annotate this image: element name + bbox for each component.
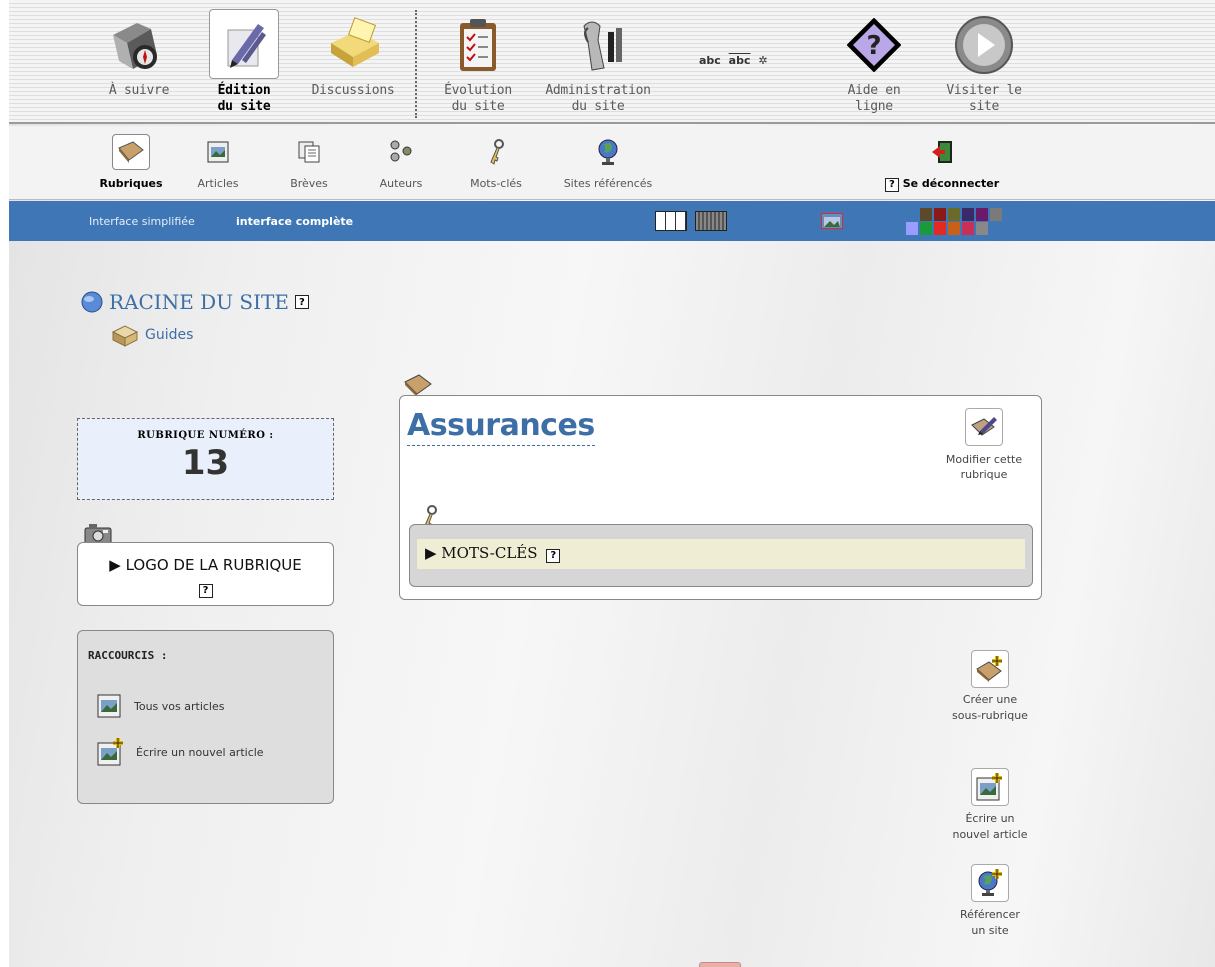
subnav-articles[interactable]: Articles	[181, 126, 255, 200]
keywords-box: ▶ MOTS-CLÉS ?	[409, 524, 1033, 587]
rubrique-number: 13	[181, 443, 230, 483]
color-swatch[interactable]	[962, 222, 974, 235]
nav-label: Administration du site	[545, 83, 651, 114]
all-articles-link[interactable]: Tous vos articles	[96, 693, 224, 719]
help-icon: ?	[839, 10, 909, 80]
new-article-link[interactable]: Écrire un nouvel article	[96, 737, 264, 767]
new-section-icon	[971, 650, 1009, 688]
article-icon	[97, 694, 121, 718]
nav-a-suivre[interactable]: À suivre	[89, 0, 189, 124]
wrench-icon	[563, 10, 633, 80]
section-navigation: Rubriques Articles Brèves Auteurs Mots-c…	[9, 126, 1215, 200]
complete-interface-link[interactable]: interface complète	[236, 215, 353, 228]
nav-edition-site[interactable]: Édition du site	[204, 0, 284, 124]
article-icon	[199, 134, 237, 170]
play-icon	[949, 10, 1019, 80]
breve-icon	[290, 134, 328, 170]
nav-discussions[interactable]: Discussions	[299, 0, 407, 124]
create-subrubrique-button[interactable]: Créer une sous-rubrique	[935, 650, 1045, 724]
help-icon[interactable]: ?	[884, 177, 899, 192]
subnav-mots-cles[interactable]: Mots-clés	[455, 126, 537, 200]
guides-label: Guides	[145, 327, 194, 343]
reference-site-button[interactable]: Référencer un site	[935, 864, 1045, 939]
color-swatch[interactable]	[934, 208, 946, 221]
discussion-icon	[318, 10, 388, 80]
new-article-icon	[97, 738, 123, 766]
simple-interface-link[interactable]: Interface simplifiée	[89, 215, 195, 228]
wide-layout-icon[interactable]	[695, 211, 727, 231]
help-icon[interactable]: ?	[198, 583, 213, 598]
nav-separator	[415, 10, 417, 118]
nav-visiter-site[interactable]: Visiter le site	[934, 0, 1034, 124]
logout-link[interactable]: ? Se déconnecter	[867, 126, 1017, 200]
globe-icon	[81, 291, 103, 313]
nav-label: Aide en ligne	[847, 83, 901, 114]
image-toggle-icon[interactable]	[821, 213, 843, 229]
shortcuts-title: RACCOURCIS :	[88, 649, 168, 662]
nav-label: Visiter le site	[946, 83, 1022, 114]
new-article-icon	[971, 768, 1009, 806]
rubrique-title: Assurances	[407, 408, 595, 446]
section-icon	[111, 325, 139, 347]
authors-icon	[382, 134, 420, 170]
color-swatch[interactable]	[920, 222, 932, 235]
new-site-icon	[971, 864, 1009, 902]
key-icon	[477, 134, 515, 170]
nav-evolution-site[interactable]: Évolution du site	[433, 0, 523, 124]
scroll-indicator	[699, 962, 741, 967]
section-icon	[112, 134, 150, 170]
nav-label: Évolution du site	[444, 83, 512, 114]
rubrique-panel: Assurances Modifier cette rubrique ▶ MOT…	[399, 395, 1042, 600]
color-palette	[906, 208, 1002, 236]
page: À suivre Édition du site Discussions Évo…	[9, 0, 1215, 967]
shortcuts-box: RACCOURCIS : Tous vos articles Écrire un…	[77, 630, 334, 804]
subnav-auteurs[interactable]: Auteurs	[363, 126, 439, 200]
logout-label: Se déconnecter	[902, 177, 1000, 190]
logo-rubrique-box: ▶ LOGO DE LA RUBRIQUE ?	[77, 542, 334, 606]
rubrique-number-title: RUBRIQUE NUMÉRO :	[137, 430, 274, 441]
color-swatch[interactable]	[920, 208, 932, 221]
columns-layout-icon[interactable]	[655, 211, 687, 231]
color-swatch[interactable]	[934, 222, 946, 235]
site-root-label: RACINE DU SITE	[109, 290, 289, 314]
nav-label: Édition du site	[217, 83, 271, 114]
nav-administration-site[interactable]: Administration du site	[533, 0, 663, 124]
color-swatch[interactable]	[948, 222, 960, 235]
color-swatch[interactable]	[962, 208, 974, 221]
breadcrumb-guides[interactable]: Guides	[109, 322, 193, 348]
color-swatch[interactable]	[990, 208, 1002, 221]
globe-icon	[589, 134, 627, 170]
keywords-toggle[interactable]: ▶ MOTS-CLÉS ?	[417, 539, 1025, 569]
subnav-rubriques[interactable]: Rubriques	[81, 126, 181, 200]
subnav-sites-references[interactable]: Sites référencés	[547, 126, 669, 200]
interface-bar: Interface simplifiée interface complète	[9, 201, 1215, 241]
rubrique-number-box: RUBRIQUE NUMÉRO : 13	[77, 418, 334, 500]
help-icon[interactable]: ?	[546, 548, 561, 563]
color-swatch[interactable]	[976, 208, 988, 221]
color-swatch[interactable]	[948, 208, 960, 221]
svg-text:?: ?	[866, 31, 881, 61]
pen-icon	[209, 9, 279, 79]
spell-check-icon[interactable]: abc abc ✲	[699, 54, 768, 67]
compass-icon	[104, 10, 174, 80]
help-icon[interactable]: ?	[294, 295, 309, 309]
logo-rubrique-toggle[interactable]: ▶ LOGO DE LA RUBRIQUE	[78, 556, 333, 574]
clipboard-icon	[443, 10, 513, 80]
nav-label: À suivre	[108, 83, 170, 98]
nav-aide-en-ligne[interactable]: ? Aide en ligne	[829, 0, 919, 124]
edit-icon	[965, 408, 1003, 446]
subnav-breves[interactable]: Brèves	[271, 126, 347, 200]
nav-label: Discussions	[311, 83, 395, 98]
color-swatch[interactable]	[976, 222, 988, 235]
color-swatch[interactable]	[906, 222, 918, 235]
modify-rubrique-button[interactable]: Modifier cette rubrique	[930, 408, 1038, 482]
write-article-button[interactable]: Écrire un nouvel article	[935, 768, 1045, 843]
logout-icon	[923, 134, 961, 170]
top-navigation: À suivre Édition du site Discussions Évo…	[9, 0, 1215, 124]
site-root-link[interactable]: RACINE DU SITE ?	[81, 290, 309, 314]
